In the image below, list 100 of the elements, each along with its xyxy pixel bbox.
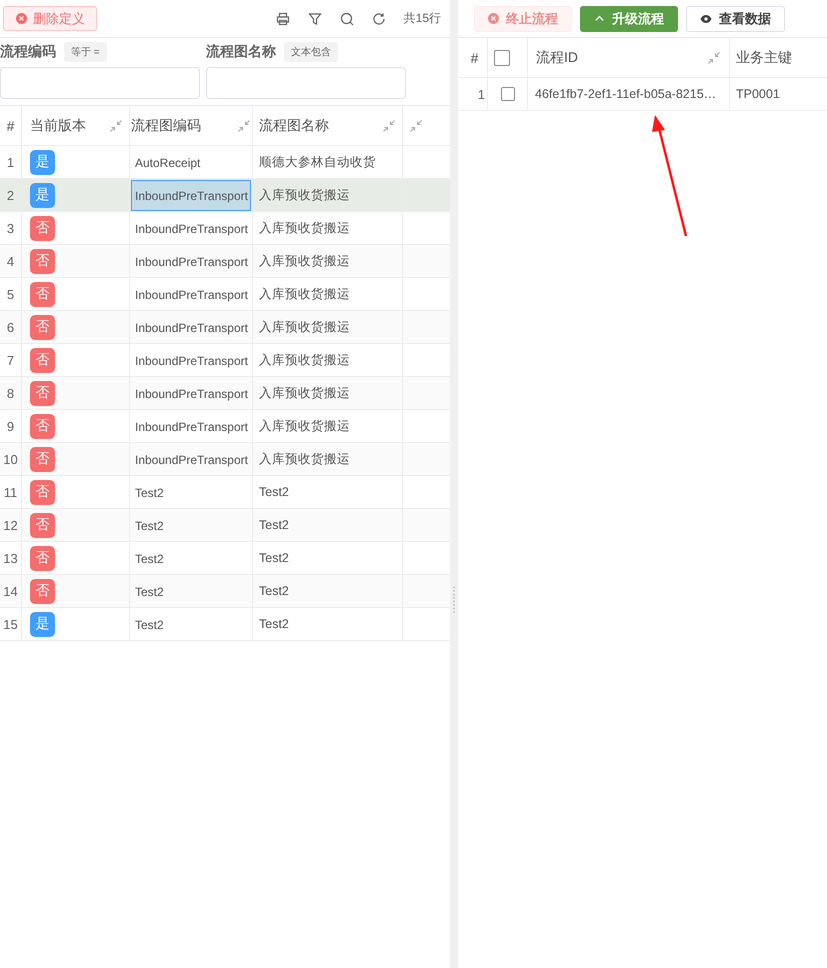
row-number: 1 [6, 154, 14, 170]
row-number: 14 [3, 584, 18, 598]
table-cell-text: Test2 [134, 484, 165, 502]
version-badge: 否 [30, 578, 55, 604]
filter-label: 流程图名称 [206, 43, 276, 61]
row-number: 10 [3, 452, 18, 466]
refresh-icon[interactable] [372, 12, 386, 26]
table-cell-text: InboundPreTransport [134, 352, 249, 370]
table-cell: 入库预收货搬运 [259, 220, 350, 236]
table-cell: 入库预收货搬运 [259, 450, 350, 468]
row-checkbox[interactable] [500, 87, 514, 101]
column-header: 流程图名称 [259, 116, 329, 134]
row-number: 3 [6, 220, 14, 236]
table-cell: 入库预收货搬运 [259, 318, 350, 336]
row-count: 共15行 [404, 10, 441, 27]
table-cell: 入库预收货搬运 [259, 352, 350, 368]
row-number: 13 [3, 550, 18, 566]
table-cell: 46fe1fb7-2ef1-11ef-b05a-8215… [535, 87, 716, 101]
table-cell-text: Test2 [134, 616, 165, 634]
version-badge: 否 [30, 282, 55, 306]
table-row[interactable]: 8 否 InboundPreTransport 入库预收货搬运 [0, 377, 450, 410]
table-row[interactable]: 14 否 Test2 Test2 [0, 575, 450, 608]
version-badge: 否 [30, 348, 55, 372]
row-number: 4 [6, 254, 14, 268]
table-row[interactable]: 10 否 InboundPreTransport 入库预收货搬运 [0, 443, 450, 476]
table-cell: 顺德大参林自动收货 [259, 154, 376, 170]
table-cell: Test2 [259, 485, 289, 499]
close-icon [488, 13, 499, 24]
toolbar-button[interactable]: 查看数据 [686, 6, 785, 32]
filter-label: 流程编码 [0, 43, 56, 61]
table-cell-text: Test2 [134, 518, 165, 534]
row-number: 6 [6, 320, 14, 334]
table-cell-text: AutoReceipt [134, 154, 202, 172]
row-number: 7 [6, 352, 14, 368]
version-badge: 否 [30, 512, 55, 538]
version-badge: 是 [30, 182, 55, 208]
version-badge: 否 [30, 380, 55, 406]
search-icon[interactable] [340, 12, 354, 26]
collapse-icon[interactable] [382, 118, 396, 132]
table-cell: Test2 [259, 518, 289, 532]
table-cell: 入库预收货搬运 [259, 186, 350, 204]
row-number: 2 [6, 188, 14, 202]
table-row[interactable]: 12 否 Test2 Test2 [0, 509, 450, 542]
version-badge: 否 [30, 248, 55, 274]
filter-input[interactable] [0, 67, 200, 99]
filter-input[interactable] [206, 67, 406, 99]
table-cell-text: InboundPreTransport [134, 452, 249, 468]
eye-icon [700, 14, 712, 24]
version-badge: 否 [30, 216, 55, 240]
column-header: 业务主键 [736, 48, 792, 66]
version-badge: 是 [30, 612, 55, 636]
version-badge: 否 [30, 414, 55, 438]
column-header: 流程ID [536, 48, 578, 66]
column-header: 当前版本 [30, 116, 86, 134]
table-cell-text: Test2 [134, 550, 165, 568]
row-number: 12 [3, 518, 18, 532]
table-cell: Test2 [259, 617, 289, 631]
table-cell-text: InboundPreTransport [134, 254, 249, 270]
table-cell: TP0001 [736, 87, 780, 101]
row-number: 5 [6, 286, 14, 302]
table-cell: 入库预收货搬运 [259, 252, 350, 270]
table-row[interactable]: 6 否 InboundPreTransport 入库预收货搬运 [0, 311, 450, 344]
row-number: 1 [478, 86, 485, 102]
table-cell: 入库预收货搬运 [259, 286, 350, 302]
select-all-checkbox[interactable] [494, 50, 510, 66]
operator-tag[interactable]: 等于 = [64, 42, 107, 62]
table-cell: Test2 [259, 551, 289, 565]
collapse-icon[interactable] [409, 118, 423, 132]
table-cell: 入库预收货搬运 [259, 418, 350, 434]
row-number: 9 [6, 418, 14, 434]
print-icon[interactable] [276, 12, 290, 26]
table-cell: Test2 [259, 584, 289, 598]
version-badge: 否 [30, 480, 55, 504]
table-row[interactable]: 4 否 InboundPreTransport 入库预收货搬运 [0, 245, 450, 278]
table-cell-text: InboundPreTransport [134, 418, 249, 436]
collapse-icon[interactable] [707, 50, 721, 64]
table-cell: 入库预收货搬运 [259, 384, 350, 402]
version-badge: 否 [30, 546, 55, 570]
table-cell: InboundPreTransport [131, 180, 251, 210]
collapse-icon[interactable] [237, 118, 251, 132]
column-header: 流程图编码 [131, 116, 201, 134]
version-badge: 否 [30, 314, 55, 340]
table-cell-text: Test2 [134, 584, 165, 600]
table-row[interactable]: 15 是 Test2 Test2 [0, 608, 450, 641]
table-cell-text: InboundPreTransport [134, 386, 249, 402]
close-icon [16, 13, 27, 24]
table-row[interactable]: 2 是 InboundPreTransport 入库预收货搬运 [0, 179, 450, 212]
table-cell-text: InboundPreTransport [134, 220, 249, 238]
column-header: # [470, 50, 478, 66]
row-number: 15 [3, 616, 18, 632]
filter-icon[interactable] [308, 12, 322, 26]
collapse-icon[interactable] [109, 118, 123, 132]
row-number: 11 [4, 484, 18, 500]
table-cell-text: InboundPreTransport [134, 286, 249, 304]
version-badge: 是 [30, 150, 55, 174]
version-badge: 否 [30, 446, 55, 472]
operator-tag[interactable]: 文本包含 [284, 42, 338, 62]
column-header: # [6, 118, 14, 134]
row-number: 8 [6, 386, 14, 400]
table-cell-text: InboundPreTransport [134, 320, 249, 336]
